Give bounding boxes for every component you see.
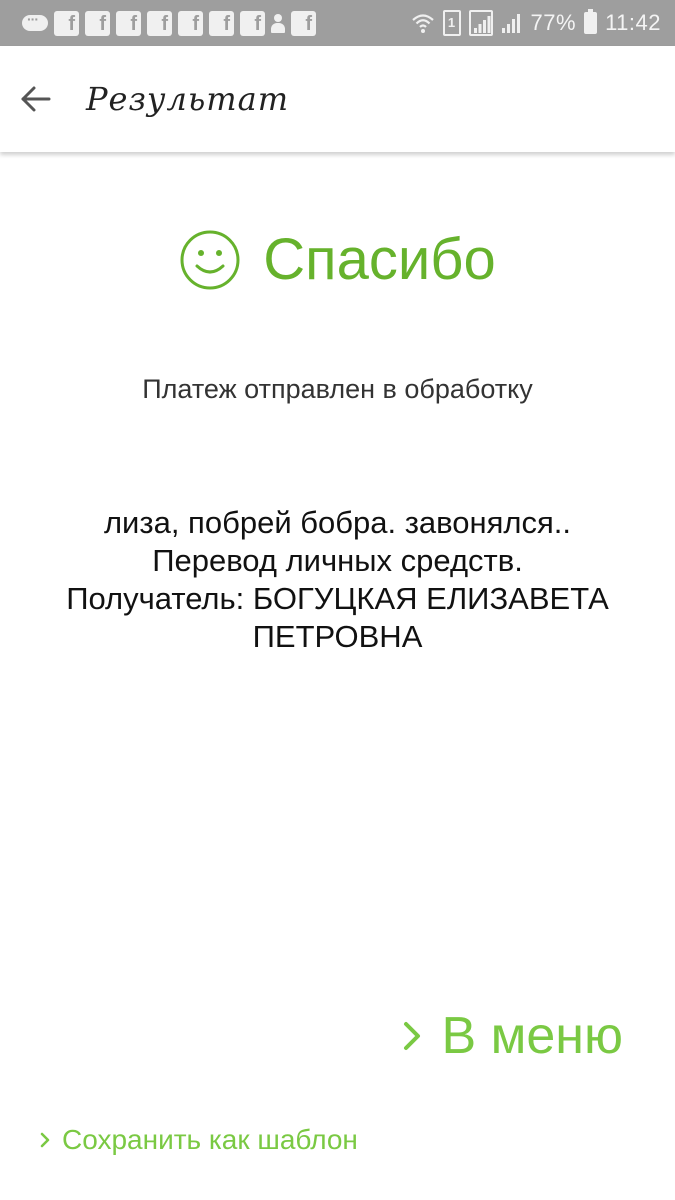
facebook-notification-icon: f [209,10,234,36]
sim-indicator: 1 [442,10,461,36]
app-bar: Результат [0,46,675,152]
battery-percent: 77% [530,10,577,35]
save-template-label: Сохранить как шаблон [62,1124,358,1155]
page-title: Результат [86,80,290,118]
battery-icon [584,9,598,34]
facebook-notification-icon: f [116,10,141,36]
facebook-notification-icon: f [240,10,265,36]
smiley-icon [180,230,240,289]
clock: 11:42 [605,10,661,35]
back-button[interactable] [0,64,70,134]
system-status: 1 77% 11:42 [411,9,661,36]
chevron-right-icon [404,1022,421,1050]
facebook-notification-icon: f [147,10,172,36]
friend-request-icon [271,12,285,34]
payment-status: Платеж отправлен в обработку [142,374,533,404]
recipient-line: ПЕТРОВНА [252,619,423,654]
status-bar: f f f f f f f f 1 [0,0,675,46]
payment-type: Перевод личных средств. [152,543,523,578]
save-template-button[interactable]: Сохранить как шаблон [40,1124,358,1156]
thanks-heading: Спасибо [0,226,675,293]
facebook-notification-icon: f [54,10,79,36]
facebook-notification-icon: f [85,10,110,36]
sim-signal-icon [468,10,493,36]
thanks-text: Спасибо [263,227,496,292]
payment-details: лиза, побрей бобра. завонялся.. Перевод … [20,504,655,656]
facebook-notification-icon: f [178,10,203,36]
arrow-left-icon [21,86,51,112]
menu-button[interactable]: В меню [403,1006,623,1066]
recipient-line: Получатель: БОГУЦКАЯ ЕЛИЗАВЕТА [66,581,609,616]
notification-icons: f f f f f f f f [22,10,316,36]
chevron-right-icon [40,1132,50,1148]
signal-icon [501,14,520,33]
menu-label: В меню [441,1007,623,1065]
wifi-icon [411,14,434,33]
payment-comment: лиза, побрей бобра. завонялся.. [103,505,572,540]
chat-notification-icon [22,11,48,31]
facebook-notification-icon: f [291,10,316,36]
